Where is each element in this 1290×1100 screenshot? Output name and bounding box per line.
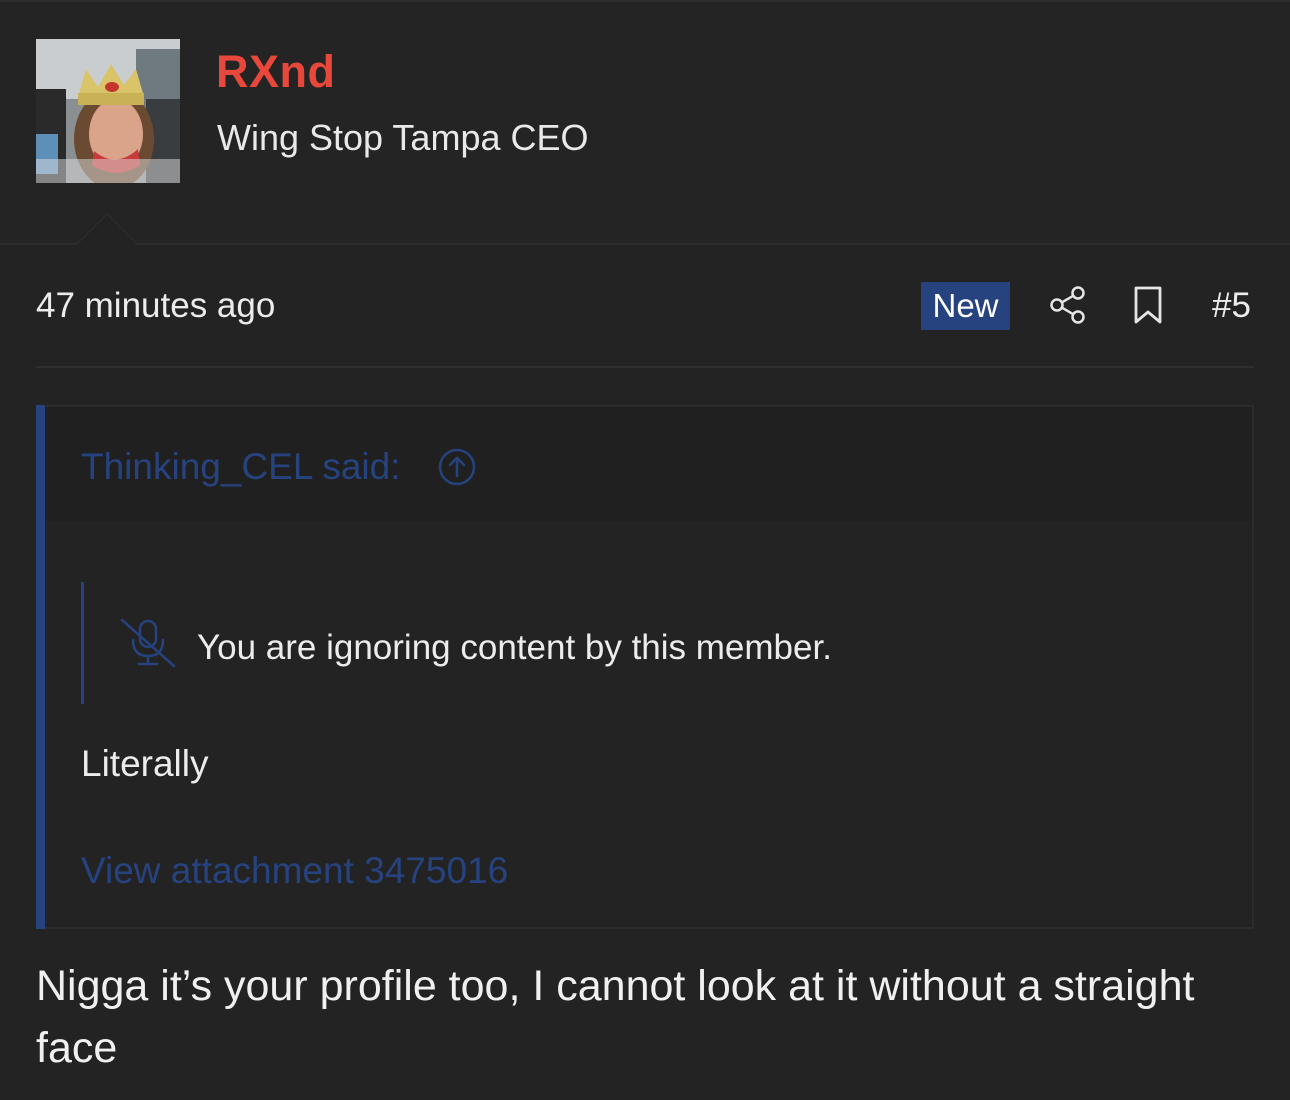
microphone-slash-icon (119, 618, 177, 668)
post-number-link[interactable]: #5 (1212, 285, 1251, 327)
meta-divider (36, 366, 1254, 368)
share-icon[interactable] (1048, 285, 1088, 325)
quote-body-text: Literally (81, 743, 209, 784)
user-header-divider (0, 243, 1290, 245)
quote-accent-bar (36, 405, 45, 929)
post-timestamp[interactable]: 47 minutes ago (36, 285, 275, 327)
reply-body-text: Nigga it’s your profile too, I cannot lo… (36, 962, 1195, 1072)
bookmark-icon[interactable] (1130, 285, 1166, 325)
new-badge: New (921, 282, 1010, 330)
ignored-notice-text: You are ignoring content by this member. (197, 628, 832, 667)
user-title: Wing Stop Tampa CEO (217, 117, 589, 158)
arrow-up-circle-icon[interactable] (437, 447, 477, 487)
avatar[interactable] (36, 39, 180, 183)
message-arrow (75, 213, 139, 245)
quote-author-link[interactable]: Thinking_CEL said: (81, 446, 400, 488)
post: RXnd Wing Stop Tampa CEO 47 minutes ago … (0, 0, 1290, 1100)
username[interactable]: RXnd (216, 46, 336, 98)
user-header (0, 0, 1290, 245)
attachment-link[interactable]: View attachment 3475016 (81, 849, 508, 893)
